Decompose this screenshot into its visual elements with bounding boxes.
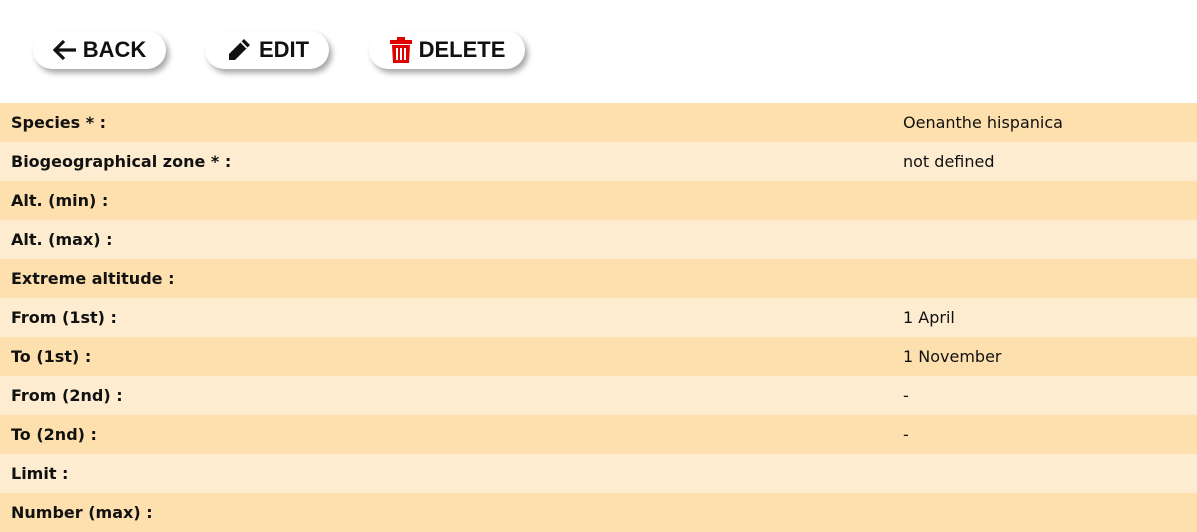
delete-button-label: DELETE (418, 37, 506, 62)
row-value: - (903, 425, 909, 444)
table-row: Species * : Oenanthe hispanica (0, 103, 1197, 142)
row-value: - (903, 386, 909, 405)
pencil-icon (225, 36, 253, 64)
trash-icon (389, 36, 413, 64)
row-label: From (1st) : (11, 308, 117, 327)
table-row: Number (max) : (0, 493, 1197, 532)
table-row: Alt. (max) : (0, 220, 1197, 259)
table-row: To (2nd) : - (0, 415, 1197, 454)
table-row: Limit : (0, 454, 1197, 493)
row-label: Alt. (min) : (11, 191, 109, 210)
action-toolbar: BACK EDIT DELETE (0, 0, 1197, 103)
row-label: Number (max) : (11, 503, 153, 522)
row-value: Oenanthe hispanica (903, 113, 1063, 132)
table-row: To (1st) : 1 November (0, 337, 1197, 376)
table-row: Biogeographical zone * : not defined (0, 142, 1197, 181)
table-row: From (1st) : 1 April (0, 298, 1197, 337)
row-label: Species * : (11, 113, 107, 132)
details-table: Species * : Oenanthe hispanica Biogeogra… (0, 103, 1197, 532)
delete-button[interactable]: DELETE (369, 31, 525, 69)
row-label: To (1st) : (11, 347, 92, 366)
row-label: To (2nd) : (11, 425, 97, 444)
arrow-left-icon (52, 39, 77, 61)
row-label: Alt. (max) : (11, 230, 113, 249)
row-value: 1 November (903, 347, 1002, 366)
row-label: Extreme altitude : (11, 269, 175, 288)
row-value: 1 April (903, 308, 955, 327)
row-value: not defined (903, 152, 995, 171)
table-row: Alt. (min) : (0, 181, 1197, 220)
back-button[interactable]: BACK (33, 31, 166, 69)
table-row: Extreme altitude : (0, 259, 1197, 298)
edit-button[interactable]: EDIT (205, 31, 329, 69)
table-row: From (2nd) : - (0, 376, 1197, 415)
row-label: Biogeographical zone * : (11, 152, 232, 171)
row-label: From (2nd) : (11, 386, 123, 405)
row-label: Limit : (11, 464, 69, 483)
back-button-label: BACK (82, 37, 147, 62)
edit-button-label: EDIT (258, 37, 310, 62)
